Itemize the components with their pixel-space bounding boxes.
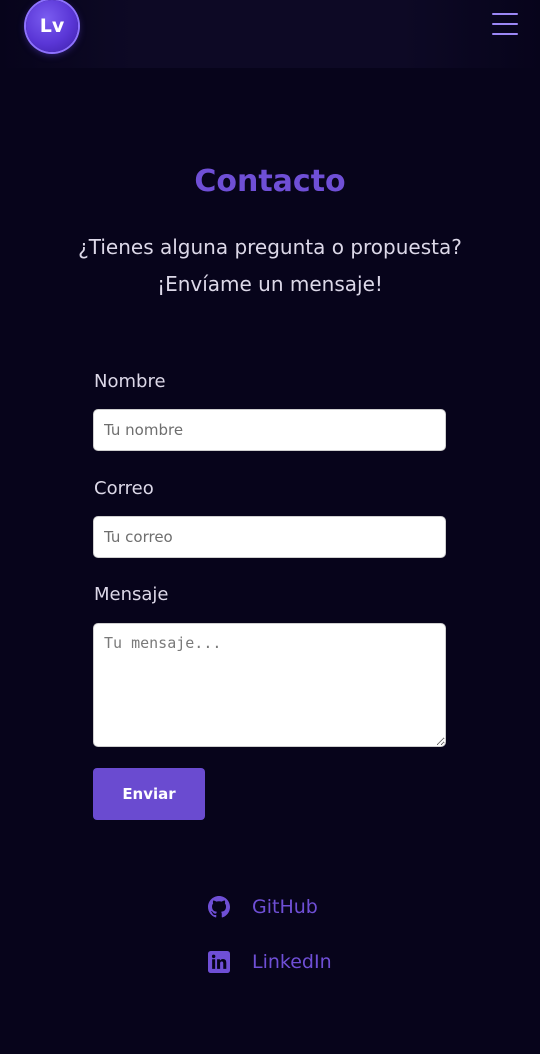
linkedin-link[interactable]: LinkedIn — [208, 950, 332, 974]
page-subtitle: ¿Tienes alguna pregunta o propuesta? ¡En… — [0, 229, 540, 303]
hamburger-menu-icon[interactable] — [492, 12, 518, 36]
subtitle-line-2: ¡Envíame un mensaje! — [157, 272, 383, 296]
linkedin-icon — [208, 951, 230, 973]
message-textarea[interactable] — [93, 623, 446, 747]
message-label: Mensaje — [94, 584, 169, 605]
github-link[interactable]: GitHub — [208, 895, 318, 919]
contact-page: Lv Contacto ¿Tienes alguna pregunta o pr… — [0, 0, 540, 1054]
linkedin-link-label: LinkedIn — [252, 951, 332, 973]
send-button[interactable]: Enviar — [93, 768, 205, 820]
menu-line — [492, 13, 518, 15]
email-input[interactable] — [93, 516, 446, 558]
github-icon — [208, 896, 230, 918]
logo-avatar[interactable]: Lv — [26, 0, 78, 52]
menu-line — [492, 23, 518, 25]
name-label: Nombre — [94, 371, 166, 392]
name-input[interactable] — [93, 409, 446, 451]
top-navigation-bar: Lv — [0, 0, 540, 68]
menu-line — [492, 33, 518, 35]
github-link-label: GitHub — [252, 896, 318, 918]
email-label: Correo — [94, 478, 154, 499]
page-title: Contacto — [194, 164, 346, 199]
subtitle-line-1: ¿Tienes alguna pregunta o propuesta? — [78, 235, 462, 259]
